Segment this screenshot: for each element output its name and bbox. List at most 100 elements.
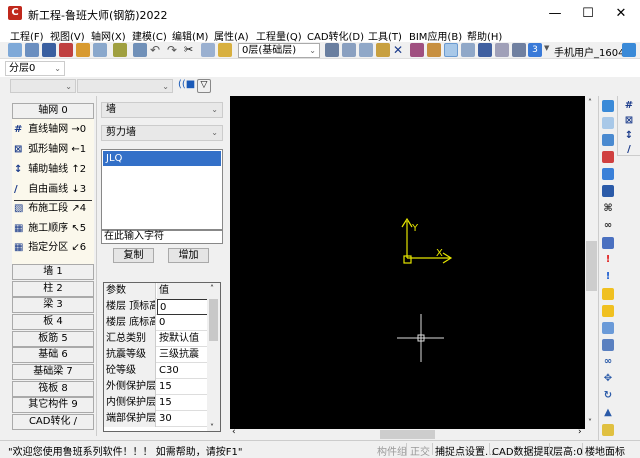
- category-foundation[interactable]: 基础 6: [12, 347, 94, 363]
- aux-axis-icon[interactable]: ↕: [623, 130, 635, 142]
- table-row[interactable]: 楼层 底标高 0: [104, 315, 208, 331]
- tool-free-line[interactable]: / 自由画线 ↓3: [14, 181, 86, 199]
- scroll-left-icon[interactable]: ‹: [232, 427, 236, 437]
- view3d-icon[interactable]: 3: [528, 43, 542, 57]
- calculate-icon[interactable]: [113, 43, 127, 57]
- print-icon[interactable]: [461, 43, 475, 57]
- status-snap-settings[interactable]: 捕捉点设置...: [435, 443, 495, 458]
- copy-icon[interactable]: [201, 43, 215, 57]
- pen-icon[interactable]: [427, 43, 441, 57]
- menu-attr[interactable]: 属性(A): [214, 28, 249, 43]
- category-slab-rebar[interactable]: 板筋 5: [12, 331, 94, 347]
- minimize-button[interactable]: —: [540, 4, 570, 24]
- save-icon[interactable]: [42, 43, 56, 57]
- filter-icon[interactable]: ▽: [197, 79, 211, 93]
- search-input[interactable]: 在此输入字符: [101, 230, 223, 244]
- filter-select-2[interactable]: ⌄: [77, 79, 173, 93]
- cut-icon[interactable]: ✂: [184, 43, 198, 57]
- menu-quantity[interactable]: 工程量(Q): [256, 28, 302, 43]
- grid-icon[interactable]: #: [623, 100, 635, 112]
- tool-straight-axis[interactable]: # 直线轴网 →0: [14, 121, 86, 139]
- scroll-up-icon[interactable]: ˄: [210, 284, 214, 293]
- arc-grid-icon[interactable]: ⊠: [623, 115, 635, 127]
- param-value[interactable]: 15: [157, 379, 208, 395]
- param-value[interactable]: C30: [157, 363, 208, 379]
- open-icon[interactable]: [25, 43, 39, 57]
- category-column[interactable]: 柱 2: [12, 281, 94, 297]
- move-icon[interactable]: ✥: [602, 373, 614, 385]
- menu-axis[interactable]: 轴网(X): [91, 28, 126, 43]
- vertical-scrollbar[interactable]: ˄ ˅: [585, 96, 598, 429]
- param-value[interactable]: 按默认值: [157, 331, 208, 347]
- warning-red-icon[interactable]: !: [602, 254, 614, 266]
- note-icon[interactable]: [602, 151, 614, 163]
- new-icon[interactable]: [8, 43, 22, 57]
- category-foundation-beam[interactable]: 基础梁 7: [12, 364, 94, 380]
- axis-header[interactable]: 轴网 0: [12, 103, 94, 119]
- component-list[interactable]: JLQ: [101, 149, 223, 230]
- grid-snap-icon[interactable]: [444, 43, 458, 57]
- layer-icon[interactable]: [495, 43, 509, 57]
- menu-bim[interactable]: BIM应用(B): [409, 28, 462, 43]
- paste-icon[interactable]: [218, 43, 232, 57]
- tool-section[interactable]: ▧ 布施工段 ↗4: [14, 200, 86, 218]
- param-value[interactable]: 三级抗震: [157, 347, 208, 363]
- tool-order[interactable]: ▦ 施工顺序 ↖5: [14, 220, 86, 238]
- camera-icon[interactable]: [602, 185, 614, 197]
- flip-icon[interactable]: ▲: [602, 407, 614, 419]
- horizontal-scrollbar[interactable]: ‹ ›: [230, 427, 598, 440]
- status-component-group[interactable]: 构件组: [377, 443, 407, 458]
- scroll-right-icon[interactable]: ›: [578, 427, 582, 437]
- delete-icon[interactable]: ✕: [393, 43, 407, 57]
- param-value[interactable]: 0: [157, 299, 208, 315]
- connect-icon[interactable]: [359, 43, 373, 57]
- table-icon[interactable]: [602, 237, 614, 249]
- preview-icon[interactable]: [93, 43, 107, 57]
- category-slab[interactable]: 板 4: [12, 314, 94, 330]
- floor-icon[interactable]: [325, 43, 339, 57]
- shield-icon[interactable]: [602, 100, 614, 112]
- scroll-thumb[interactable]: [586, 241, 597, 291]
- info-blue-icon[interactable]: !: [602, 271, 614, 283]
- rotate-icon[interactable]: ↻: [602, 390, 614, 402]
- measure-icon[interactable]: [602, 339, 614, 351]
- table-row[interactable]: 楼层 顶标高 0: [104, 299, 208, 315]
- tool-icon[interactable]: [478, 43, 492, 57]
- component-icon[interactable]: [342, 43, 356, 57]
- sigma-icon[interactable]: [512, 43, 526, 57]
- subtype-select[interactable]: 剪力墙 ⌄: [101, 125, 223, 141]
- scroll-thumb[interactable]: [380, 430, 435, 439]
- menu-view[interactable]: 视图(V): [50, 28, 85, 43]
- mirror-icon[interactable]: ∞: [602, 356, 614, 368]
- menu-project[interactable]: 工程(F): [10, 28, 44, 43]
- table-row[interactable]: 外侧保护层(15: [104, 379, 208, 395]
- tool-arc-axis[interactable]: ⊠ 弧形轴网 ←1: [14, 141, 86, 159]
- param-value[interactable]: 30: [157, 411, 208, 427]
- menu-cad[interactable]: CAD转化(D): [307, 28, 364, 43]
- tool-zone[interactable]: ▦ 指定分区 ↙6: [14, 239, 86, 257]
- tool-aux-axis[interactable]: ↕ 辅助轴线 ↑2: [14, 161, 86, 179]
- extend-icon[interactable]: [602, 424, 614, 436]
- scroll-down-icon[interactable]: ˅: [588, 418, 592, 427]
- status-cad-extract[interactable]: CAD数据提取: [492, 443, 554, 458]
- table-row[interactable]: 砼等级 C30: [104, 363, 208, 379]
- layer-select[interactable]: 分层0 ⌄: [5, 61, 65, 76]
- copy-button[interactable]: 复制: [113, 248, 154, 263]
- scroll-down-icon[interactable]: ˅: [210, 423, 214, 431]
- dropdown-icon[interactable]: ▼: [544, 44, 549, 52]
- menu-edit[interactable]: 编辑(M): [172, 28, 208, 43]
- color-icon[interactable]: [410, 43, 424, 57]
- report-icon[interactable]: [133, 43, 147, 57]
- table-row[interactable]: 汇总类别 按默认值: [104, 331, 208, 347]
- tag-icon[interactable]: [602, 322, 614, 334]
- maximize-button[interactable]: ☐: [573, 4, 603, 24]
- binoculars-icon[interactable]: ⌘: [602, 203, 614, 215]
- category-wall[interactable]: 墙 1: [12, 264, 94, 280]
- menu-help[interactable]: 帮助(H): [467, 28, 502, 43]
- table-row[interactable]: 抗震等级 三级抗震: [104, 347, 208, 363]
- category-cad[interactable]: CAD转化 /: [12, 414, 94, 430]
- table-row[interactable]: 端部保护层(30: [104, 411, 208, 427]
- status-ortho[interactable]: 正交: [410, 443, 430, 458]
- settings-icon[interactable]: [59, 43, 73, 57]
- table-row[interactable]: 内侧保护层(15: [104, 395, 208, 411]
